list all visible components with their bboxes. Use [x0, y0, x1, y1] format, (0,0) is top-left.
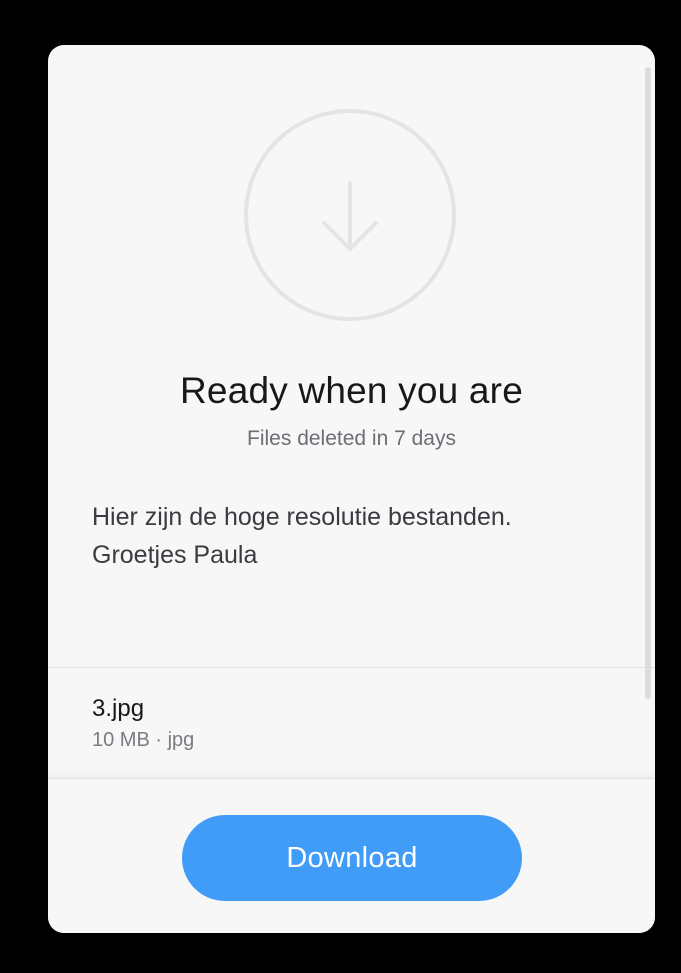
transfer-details-scroll-area[interactable]: Ready when you are Files deleted in 7 da… — [48, 45, 655, 778]
sender-message: Hier zijn de hoge resolutie bestanden. G… — [92, 498, 622, 574]
meta-separator: · — [155, 729, 163, 751]
sender-message-signature: Groetjes Paula — [92, 541, 258, 569]
file-size: 10 MB — [92, 729, 150, 751]
file-type: jpg — [167, 729, 195, 751]
file-meta: 10 MB · jpg — [92, 725, 592, 755]
expiry-notice: Files deleted in 7 days — [247, 427, 456, 450]
download-arrow-icon — [244, 109, 456, 321]
file-list-item[interactable]: 3.jpg 10 MB · jpg — [92, 693, 592, 755]
download-arrow-glyph — [322, 181, 378, 251]
scrollbar[interactable] — [645, 67, 651, 699]
sender-message-line: Hier zijn de hoge resolutie bestanden. — [92, 503, 512, 531]
scrollbar-thumb[interactable] — [645, 67, 651, 699]
file-name: 3.jpg — [92, 695, 145, 722]
action-footer: Download — [48, 778, 655, 933]
transfer-card: Ready when you are Files deleted in 7 da… — [48, 45, 655, 933]
download-button[interactable]: Download — [182, 815, 522, 901]
divider — [48, 667, 655, 668]
transfer-title: Ready when you are — [180, 370, 523, 411]
